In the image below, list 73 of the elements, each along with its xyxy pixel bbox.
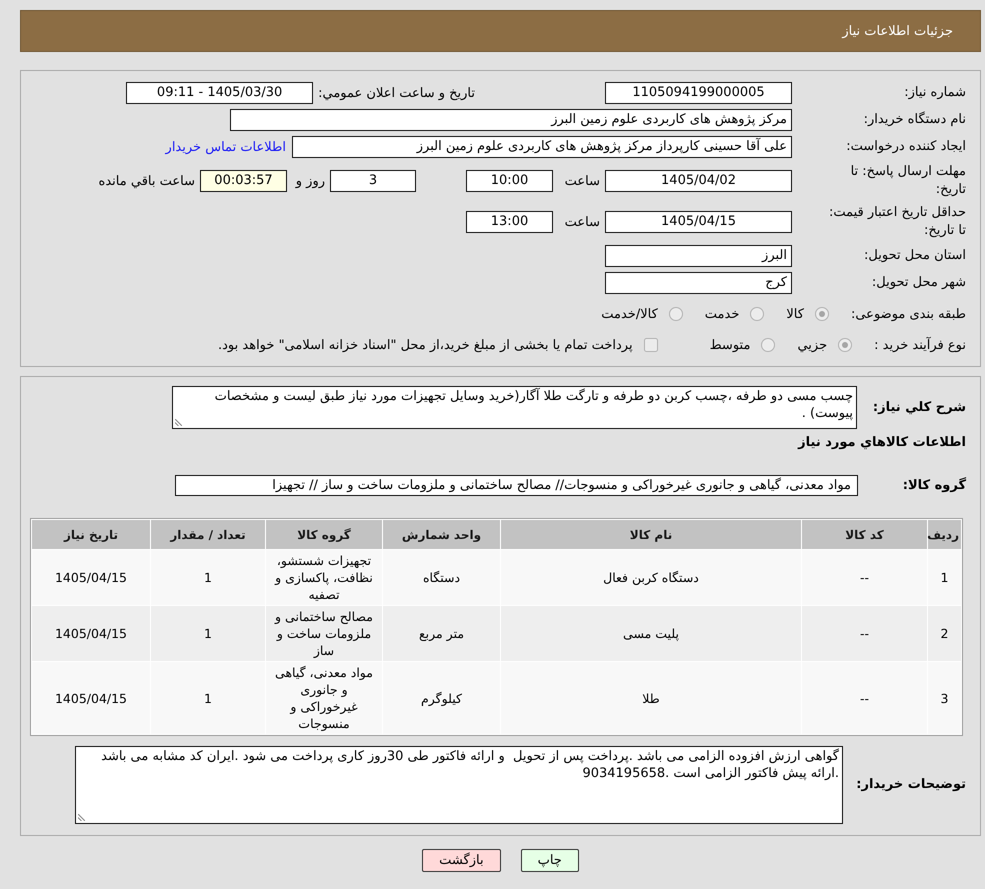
column-header: تعداد / مقدار (151, 520, 265, 549)
time-field[interactable]: 10:00 (466, 170, 553, 192)
field-label: مهلت ارسال پاسخ: تا تاریخ: (850, 163, 966, 199)
contact-link[interactable]: اطلاعات تماس خریدار (166, 140, 286, 154)
table-cell: 3 (928, 662, 961, 734)
table-cell: -- (802, 550, 927, 605)
print-button[interactable]: چاپ (520, 849, 579, 872)
field-label: توضیحات خریدار: (855, 776, 966, 794)
time-field[interactable]: 13:00 (466, 211, 553, 233)
field-label: تاریخ و ساعت اعلان عمومي: (318, 86, 475, 100)
radio-label: جزيي (797, 338, 828, 352)
field-label: ساعت باقي مانده (98, 174, 195, 188)
text-field[interactable]: کرج (605, 272, 792, 294)
radio-label: کالا (786, 306, 804, 322)
column-header: تاریخ نیاز (32, 520, 150, 549)
field-label: طبقه بندی موضوعی: (850, 306, 966, 322)
text-field[interactable]: 1105094199000005 (605, 82, 792, 104)
resize-grip-icon[interactable] (175, 419, 182, 426)
table-cell: متر مربع (383, 606, 500, 661)
column-header: نام کالا (501, 520, 801, 549)
table-cell: 1405/04/15 (32, 662, 150, 734)
text-field[interactable]: البرز (605, 245, 792, 267)
radio-label: کالا/خدمت (601, 306, 658, 322)
field-label: شماره نیاز: (903, 84, 966, 102)
table-cell: طلا (501, 662, 801, 734)
table-cell: پلیت مسی (501, 606, 801, 661)
notes-field[interactable]: گواهی ارزش افزوده الزامی می باشد .پرداخت پس از تحویل و ارائه فاکتور طی 30روز کاری پرداخت می شود .ایران کد مشابه می باشد .ارائه پیش فاکتور الزامی است .9034195658 (75, 746, 843, 824)
checkbox-label: پرداخت تمام یا بخشی از مبلغ خرید،از محل "اسناد خزانه اسلامی" خواهد بود. (218, 338, 633, 352)
column-header: واحد شمارش (383, 520, 500, 549)
table-cell: 1 (151, 550, 265, 605)
field-label: روز و (294, 174, 325, 188)
date-field[interactable]: 1405/04/02 (605, 170, 792, 192)
column-header: گروه کالا (266, 520, 382, 549)
radio-label: خدمت (704, 306, 740, 322)
description-field[interactable]: چسب مسی دو طرفه ،چسب کربن دو طرفه و تارگت طلا آگار(خرید وسایل تجهیزات مورد نیاز طبق لیست و مشخصات پیوست) . (172, 386, 857, 429)
column-header: کد کالا (802, 520, 927, 549)
table-cell: مواد معدنی، گیاهی و جانوری غیرخوراکی و منسوجات (266, 662, 382, 734)
date-field[interactable]: 1405/04/15 (605, 211, 792, 233)
text-field[interactable]: مرکز پژوهش های کاربردی علوم زمین البرز (230, 109, 792, 131)
field-label: شرح كلي نياز: (872, 398, 966, 416)
field-label: نام دستگاه خریدار: (862, 111, 966, 129)
table-cell: تجهیزات شستشو، نظافت، پاکسازی و تصفیه (266, 550, 382, 605)
field-label: ساعت (564, 174, 600, 188)
column-header: ردیف (928, 520, 961, 549)
table-cell: دستگاه کربن فعال (501, 550, 801, 605)
goods-group-field[interactable]: مواد معدنی، گیاهی و جانوری غیرخوراکی و منسوجات// مصالح ساختمانی و ملزومات ساخت و ساز // تجهیزا (175, 475, 858, 496)
back-button[interactable]: بازگشت (422, 849, 501, 872)
table-cell: -- (802, 662, 927, 734)
countdown-field[interactable]: 00:03:57 (200, 170, 287, 192)
field-label: نوع فرآیند خرید : (874, 338, 966, 352)
field-label: استان محل تحویل: (863, 247, 966, 265)
table-cell: 1405/04/15 (32, 550, 150, 605)
table-cell: 2 (928, 606, 961, 661)
table-cell: دستگاه (383, 550, 500, 605)
table-cell: مصالح ساختمانی و ملزومات ساخت و ساز (266, 606, 382, 661)
table-cell: کیلوگرم (383, 662, 500, 734)
field-label: حداقل تاریخ اعتبار قیمت: تا تاریخ: (828, 204, 966, 240)
resize-grip-icon[interactable] (78, 814, 85, 821)
page-title: جزئیات اطلاعات نیاز (842, 24, 953, 38)
table-cell: 1405/04/15 (32, 606, 150, 661)
text-field[interactable]: علی آقا حسینی کارپرداز مرکز پژوهش های کاربردی علوم زمین البرز (292, 136, 792, 158)
days-field[interactable]: 3 (330, 170, 416, 192)
date-time-field[interactable]: 1405/03/30 - 09:11 (126, 82, 314, 104)
field-label: ساعت (564, 214, 600, 230)
radio-label: متوسط (710, 338, 750, 352)
section-heading: اطلاعات كالاهاي مورد نياز (796, 434, 966, 452)
table-cell: 1 (151, 606, 265, 661)
field-label: ایجاد کننده درخواست: (845, 138, 966, 156)
field-label: شهر محل تحویل: (870, 274, 966, 292)
table-cell: -- (802, 606, 927, 661)
table-cell: 1 (151, 662, 265, 734)
field-label: گروه کالا: (902, 476, 966, 494)
table-cell: 1 (928, 550, 961, 605)
